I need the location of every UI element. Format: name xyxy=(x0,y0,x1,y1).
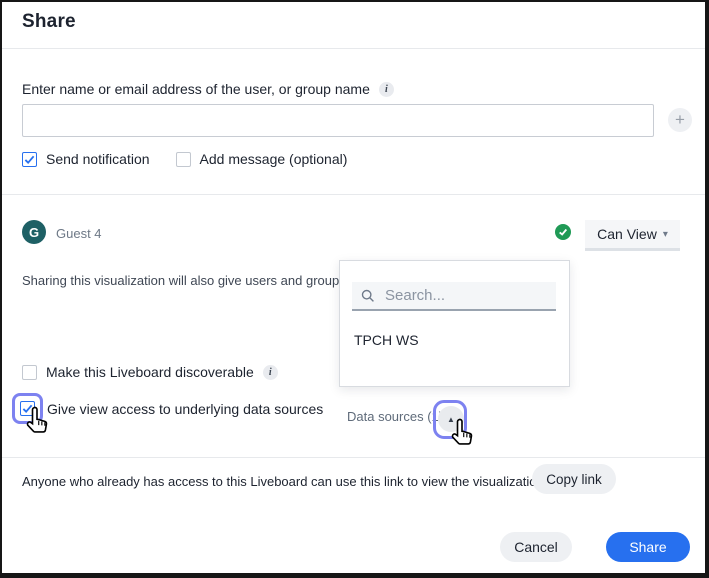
discoverable-label: Make this Liveboard discoverable xyxy=(46,364,254,380)
page-title: Share xyxy=(22,11,76,33)
divider xyxy=(2,457,705,458)
discoverable-option[interactable]: Make this Liveboard discoverable i xyxy=(22,364,278,380)
check-icon xyxy=(22,403,33,414)
copy-link-button[interactable]: Copy link xyxy=(532,464,616,494)
add-message-checkbox[interactable] xyxy=(176,152,191,167)
avatar: G xyxy=(22,220,46,244)
send-notification-label: Send notification xyxy=(46,151,150,167)
permission-granted-badge xyxy=(555,224,571,240)
divider xyxy=(2,194,705,195)
share-dialog: Share Enter name or email address of the… xyxy=(0,0,709,578)
datasource-list-item[interactable]: TPCH WS xyxy=(354,328,554,352)
add-message-label: Add message (optional) xyxy=(200,151,348,167)
data-sources-popup: TPCH WS xyxy=(339,260,570,387)
add-recipient-button[interactable]: + xyxy=(668,108,692,132)
data-sources-count-label: Data sources (1) xyxy=(347,409,443,424)
send-notification-checkbox[interactable] xyxy=(22,152,37,167)
recipient-input[interactable] xyxy=(22,104,654,137)
underlying-access-checkbox[interactable] xyxy=(20,401,35,416)
chevron-down-icon: ▾ xyxy=(663,229,668,240)
chevron-up-icon: ▲ xyxy=(447,415,455,424)
check-icon xyxy=(24,154,35,165)
search-icon xyxy=(361,289,375,303)
check-icon xyxy=(558,227,568,237)
info-icon[interactable]: i xyxy=(379,82,394,97)
recipient-label-row: Enter name or email address of the user,… xyxy=(22,81,394,97)
plus-icon: + xyxy=(675,110,685,129)
send-notification-option[interactable]: Send notification xyxy=(22,151,150,167)
cancel-button[interactable]: Cancel xyxy=(500,532,572,562)
share-button[interactable]: Share xyxy=(606,532,690,562)
notification-options-row: Send notification Add message (optional) xyxy=(22,151,347,167)
collapse-data-sources-button[interactable]: ▲ xyxy=(438,406,464,432)
info-icon[interactable]: i xyxy=(263,365,278,380)
add-message-option[interactable]: Add message (optional) xyxy=(176,151,348,167)
underlying-access-label: Give view access to underlying data sour… xyxy=(47,401,323,417)
discoverable-checkbox[interactable] xyxy=(22,365,37,380)
user-name: Guest 4 xyxy=(56,226,102,241)
popup-search-box[interactable] xyxy=(352,282,556,311)
recipient-label: Enter name or email address of the user,… xyxy=(22,81,370,97)
permission-label: Can View xyxy=(597,226,657,242)
sharing-note: Sharing this visualization will also giv… xyxy=(22,273,346,288)
permission-dropdown[interactable]: Can View ▾ xyxy=(585,220,680,251)
share-link-text: Anyone who already has access to this Li… xyxy=(22,474,544,489)
divider xyxy=(2,48,705,49)
popup-search-input[interactable] xyxy=(383,286,537,305)
